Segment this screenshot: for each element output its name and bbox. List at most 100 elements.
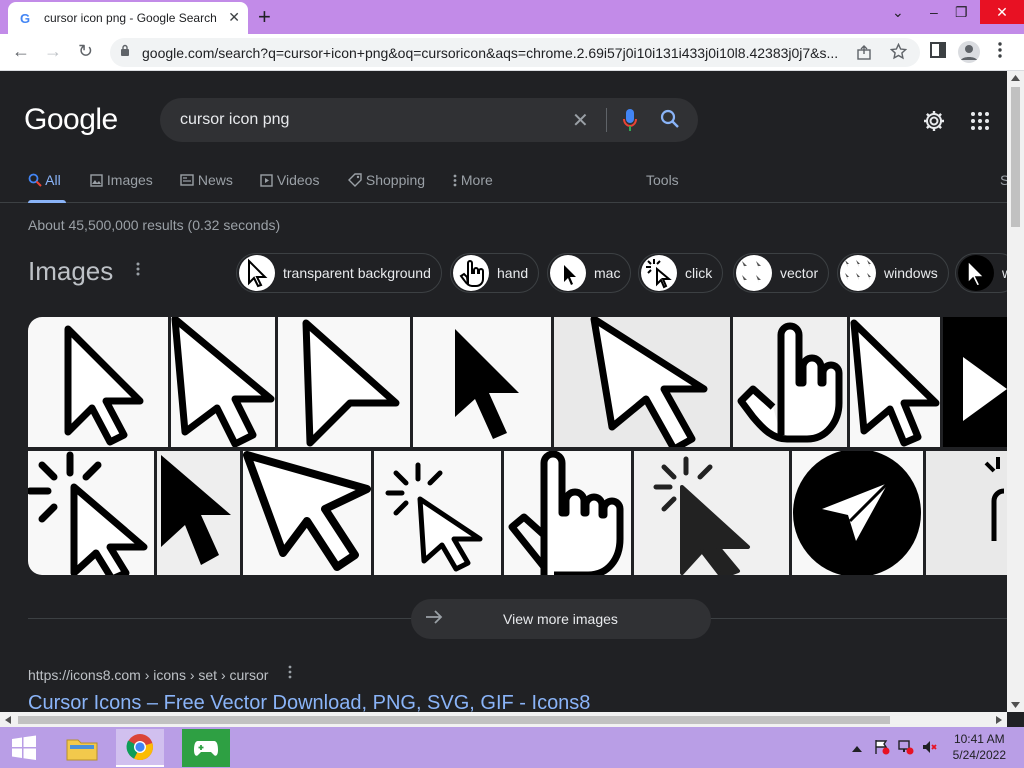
scroll-down-icon[interactable] xyxy=(1011,702,1020,708)
chrome-icon xyxy=(126,734,153,761)
microphone-icon[interactable] xyxy=(622,108,638,132)
google-apps-icon[interactable] xyxy=(970,111,990,136)
image-result-black-arrow-cursor[interactable] xyxy=(157,451,240,575)
bookmark-star-icon[interactable] xyxy=(889,42,908,65)
image-result-arrow-cursor[interactable] xyxy=(28,317,168,447)
tab-close-icon[interactable]: ✕ xyxy=(228,9,240,26)
image-result-arrow-cursor[interactable] xyxy=(243,451,371,575)
chrome-menu-icon[interactable] xyxy=(998,42,1002,63)
images-more-icon[interactable] xyxy=(136,262,140,281)
share-icon[interactable] xyxy=(856,44,872,65)
forward-button[interactable]: → xyxy=(44,41,62,62)
tab-news[interactable]: News xyxy=(180,172,233,188)
image-result-send-arrow-circle[interactable] xyxy=(792,451,923,575)
settings-gear-icon[interactable] xyxy=(922,109,946,139)
tab-search-dropdown-icon[interactable]: ⌄ xyxy=(892,4,904,21)
image-result-click-cursor-dark[interactable] xyxy=(634,451,789,575)
chip-label: click xyxy=(685,265,713,281)
arrow-right-icon xyxy=(425,608,443,629)
scroll-up-icon[interactable] xyxy=(1011,75,1020,81)
tab-cut-off[interactable]: S xyxy=(1000,172,1007,188)
tab-shopping[interactable]: Shopping xyxy=(348,172,425,188)
lock-icon[interactable] xyxy=(120,44,130,60)
image-result-click-cursor[interactable] xyxy=(374,451,501,575)
clear-search-icon[interactable]: ✕ xyxy=(572,108,589,133)
reload-button[interactable]: ↻ xyxy=(78,41,93,62)
tag-icon xyxy=(348,173,362,187)
active-tab-indicator xyxy=(28,200,66,203)
url-text[interactable]: google.com/search?q=cursor+icon+png&oq=c… xyxy=(142,45,842,61)
minimize-button[interactable]: – xyxy=(930,4,938,20)
chip-w[interactable]: w xyxy=(955,253,1007,293)
image-result-arrow-cursor[interactable] xyxy=(278,317,410,447)
tab-videos[interactable]: Videos xyxy=(260,172,319,188)
image-results-grid xyxy=(28,317,1007,575)
chip-label: hand xyxy=(497,265,529,281)
google-logo[interactable]: Google xyxy=(24,103,118,137)
chip-transparent-background[interactable]: transparent background xyxy=(236,253,442,293)
view-more-images-label: View more images xyxy=(503,611,618,627)
image-result-black-arrow-cursor[interactable] xyxy=(413,317,551,447)
image-result-arrow-cursor[interactable] xyxy=(850,317,940,447)
vertical-scroll-thumb[interactable] xyxy=(1011,87,1020,227)
flag-notification-icon[interactable] xyxy=(874,739,890,758)
show-hidden-icons-chevron-icon[interactable] xyxy=(852,741,862,755)
window-close-button[interactable]: ✕ xyxy=(980,0,1024,24)
vertical-scrollbar[interactable] xyxy=(1007,71,1024,712)
result-title-link[interactable]: Cursor Icons – Free Vector Download, PNG… xyxy=(28,692,590,712)
tab-images[interactable]: Images xyxy=(90,172,153,188)
image-result-arrow-cursor[interactable] xyxy=(171,317,275,447)
system-clock[interactable]: 10:41 AM 5/24/2022 xyxy=(953,731,1006,763)
tab-more[interactable]: More xyxy=(453,172,493,188)
chip-mac[interactable]: mac xyxy=(547,253,632,293)
network-icon[interactable] xyxy=(898,739,914,758)
vector-cursors-icon xyxy=(736,255,772,291)
chip-hand[interactable]: hand xyxy=(450,253,540,293)
search-icon xyxy=(28,173,42,187)
scroll-left-icon[interactable] xyxy=(5,716,11,724)
tab-all[interactable]: All xyxy=(28,172,61,188)
tools-button[interactable]: Tools xyxy=(646,172,679,188)
horizontal-scrollbar[interactable] xyxy=(0,712,1007,727)
search-input[interactable]: cursor icon png xyxy=(180,111,289,129)
result-cite[interactable]: https://icons8.com › icons › set › curso… xyxy=(28,667,268,683)
restore-button[interactable]: ❐ xyxy=(955,4,968,21)
horizontal-scroll-thumb[interactable] xyxy=(18,716,890,724)
result-more-icon[interactable] xyxy=(288,665,292,682)
image-result-hand-cursor[interactable] xyxy=(733,317,847,447)
search-tabs: All Images News Videos Shopping More Too… xyxy=(0,169,1007,203)
images-section-heading: Images xyxy=(28,256,114,286)
volume-muted-icon[interactable] xyxy=(922,739,938,758)
profile-avatar[interactable] xyxy=(958,41,980,63)
start-button[interactable] xyxy=(0,729,48,767)
browser-tab[interactable]: G cursor icon png - Google Search ✕ xyxy=(8,2,248,34)
image-result-white-arrow-on-black[interactable] xyxy=(943,317,1007,447)
tab-videos-label: Videos xyxy=(276,172,320,188)
back-button[interactable]: ← xyxy=(12,41,30,62)
folder-icon xyxy=(66,739,98,761)
image-result-hand-cursor[interactable] xyxy=(504,451,631,575)
more-vert-icon xyxy=(453,174,457,187)
cursor-arrow-icon xyxy=(239,255,275,291)
chip-click[interactable]: click xyxy=(638,253,724,293)
scroll-right-icon[interactable] xyxy=(996,716,1002,724)
clock-time: 10:41 AM xyxy=(953,732,1005,746)
side-panel-icon[interactable] xyxy=(930,42,946,63)
chrome-taskbar-button[interactable] xyxy=(116,729,164,767)
cursor-arrow-icon xyxy=(550,255,586,291)
search-box[interactable]: cursor icon png ✕ xyxy=(160,98,698,142)
view-more-images-button[interactable]: View more images xyxy=(411,599,711,639)
gamepad-icon xyxy=(194,741,218,756)
chip-windows[interactable]: windows xyxy=(837,253,949,293)
new-tab-button[interactable]: + xyxy=(258,4,271,30)
chip-vector[interactable]: vector xyxy=(733,253,830,293)
search-icon[interactable] xyxy=(660,109,680,134)
address-bar[interactable]: google.com/search?q=cursor+icon+png&oq=c… xyxy=(110,38,920,67)
image-icon xyxy=(90,174,103,187)
image-result-click-cursor[interactable] xyxy=(28,451,154,575)
game-app-button[interactable] xyxy=(182,729,230,767)
file-explorer-button[interactable] xyxy=(58,729,106,767)
search-divider xyxy=(606,108,607,132)
image-result-click-cursor-cut[interactable] xyxy=(926,451,1007,575)
image-result-arrow-cursor-transparent[interactable] xyxy=(554,317,730,447)
